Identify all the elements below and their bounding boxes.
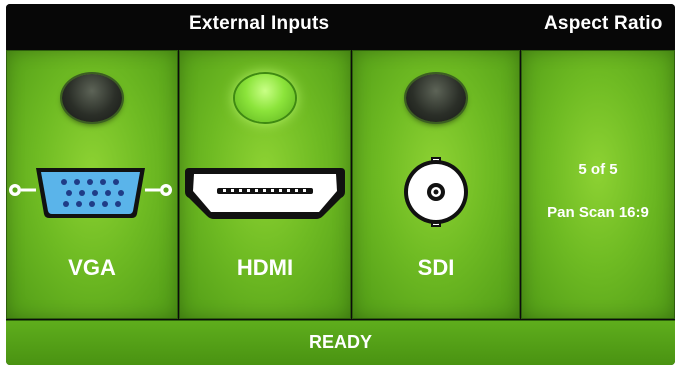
header-bar: External Inputs Aspect Ratio: [6, 4, 675, 50]
sdi-bnc-port-icon: [404, 157, 468, 227]
vga-status-led: [62, 74, 122, 122]
hdmi-port-icon: [185, 168, 345, 219]
sdi-label: SDI: [417, 255, 455, 280]
status-text: READY: [308, 332, 372, 352]
sdi-status-led: [406, 74, 466, 122]
status-bar: READY: [6, 320, 675, 365]
input-selector-screen: External Inputs Aspect Ratio VGA HDMI SD…: [6, 4, 675, 365]
aspect-ratio-button[interactable]: 5 of 5 Pan Scan 16:9: [521, 50, 675, 319]
aspect-ratio-title: Aspect Ratio: [544, 13, 663, 34]
input-button-vga[interactable]: VGA: [6, 50, 178, 319]
aspect-ratio-position: 5 of 5: [578, 161, 618, 178]
hdmi-status-led: [235, 74, 295, 122]
input-button-hdmi[interactable]: HDMI: [179, 50, 351, 319]
vga-port-icon: [9, 168, 172, 218]
input-button-sdi[interactable]: SDI: [352, 50, 520, 319]
header-title: External Inputs: [189, 13, 330, 34]
hdmi-label: HDMI: [236, 255, 294, 280]
aspect-ratio-mode: Pan Scan 16:9: [547, 204, 649, 221]
vga-label: VGA: [68, 255, 116, 280]
